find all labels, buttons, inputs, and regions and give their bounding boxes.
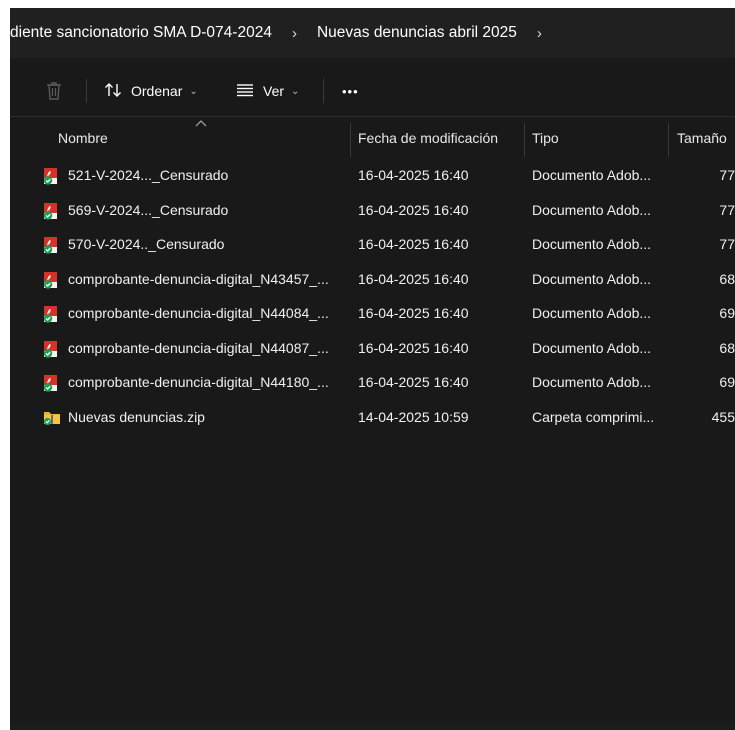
column-divider[interactable] [524,123,525,157]
file-date: 16-04-2025 16:40 [358,339,469,356]
file-name: comprobante-denuncia-digital_N44087_... [68,339,329,356]
pdf-icon [43,374,59,392]
file-name: Nuevas denuncias.zip [68,408,205,425]
column-header-name[interactable]: Nombre [58,118,108,158]
pdf-icon [43,305,59,323]
view-list-icon [236,83,254,100]
file-date: 16-04-2025 16:40 [358,201,469,218]
sort-arrows-icon [104,82,122,101]
file-row[interactable]: comprobante-denuncia-digital_N44084_... 1… [10,296,735,330]
file-size: 77 [719,167,735,183]
breadcrumb-item-parent[interactable]: diente sancionatorio SMA D-074-2024 [10,24,272,42]
column-header-size[interactable]: Tamaño [677,118,727,158]
column-header-date[interactable]: Fecha de modificación [358,118,498,158]
pdf-icon [43,236,59,254]
view-button[interactable]: Ver ⌄ [236,66,299,116]
pdf-icon [43,167,59,185]
sort-button[interactable]: Ordenar ⌄ [104,66,198,116]
pdf-icon [43,271,59,289]
breadcrumb-item-current[interactable]: Nuevas denuncias abril 2025 [317,24,517,42]
pdf-icon [43,340,59,358]
view-label: Ver [263,83,285,99]
file-size: 69 [719,305,735,321]
more-options-button[interactable]: ••• [342,66,359,116]
file-row[interactable]: 569-V-2024..._Censurado 16-04-2025 16:40 D… [10,193,735,227]
file-row[interactable]: Nuevas denuncias.zip 14-04-2025 10:59 Carp… [10,400,735,434]
file-name: 570-V-2024.._Censurado [68,236,225,252]
breadcrumb-separator-icon[interactable]: › [272,25,317,42]
file-row[interactable]: comprobante-denuncia-digital_N44087_... 1… [10,331,735,365]
file-type: Documento Adob... [532,270,652,287]
file-size: 68 [719,339,735,356]
sort-label: Ordenar [131,83,183,99]
file-explorer-window: diente sancionatorio SMA D-074-2024 › Nu… [10,8,735,730]
pdf-icon [43,202,59,220]
trash-icon[interactable] [44,80,64,102]
chevron-down-icon: ⌄ [189,85,198,97]
file-date: 16-04-2025 16:40 [358,270,469,287]
breadcrumb-chevron-icon[interactable]: › [517,25,562,42]
file-name: 569-V-2024..._Censurado [68,201,229,218]
column-divider[interactable] [668,123,669,157]
file-name: 521-V-2024..._Censurado [68,167,229,183]
file-date: 16-04-2025 16:40 [358,236,469,252]
file-type: Documento Adob... [532,339,652,356]
zip-folder-icon [43,409,60,427]
file-size: 455 [711,408,735,425]
column-header-type[interactable]: Tipo [532,118,559,158]
file-size: 69 [719,374,735,390]
file-type: Documento Adob... [532,236,652,252]
command-bar: Ordenar ⌄ Ver ⌄ ••• [10,66,735,117]
file-type: Documento Adob... [532,305,652,321]
file-type: Documento Adob... [532,167,652,183]
status-bar [10,722,735,730]
file-date: 14-04-2025 10:59 [358,408,469,425]
chevron-down-icon: ⌄ [291,85,300,97]
toolbar-divider [323,79,324,103]
file-type: Documento Adob... [532,374,652,390]
file-size: 77 [719,201,735,218]
file-row[interactable]: 521-V-2024..._Censurado 16-04-2025 16:40 D… [10,158,735,192]
column-divider[interactable] [350,123,351,157]
file-row[interactable]: comprobante-denuncia-digital_N44180_... 1… [10,365,735,399]
breadcrumb[interactable]: diente sancionatorio SMA D-074-2024 › Nu… [10,8,735,58]
file-date: 16-04-2025 16:40 [358,374,469,390]
file-name: comprobante-denuncia-digital_N44084_... [68,305,329,321]
column-header: Nombre Fecha de modificación Tipo Tamaño [10,118,735,158]
file-type: Carpeta comprimi... [532,408,655,425]
toolbar-divider [86,79,87,103]
file-size: 77 [719,236,735,252]
file-date: 16-04-2025 16:40 [358,167,469,183]
file-date: 16-04-2025 16:40 [358,305,469,321]
file-name: comprobante-denuncia-digital_N43457_... [68,270,329,287]
file-row[interactable]: comprobante-denuncia-digital_N43457_... 1… [10,262,735,296]
file-row[interactable]: 570-V-2024.._Censurado 16-04-2025 16:40 Do… [10,227,735,261]
file-type: Documento Adob... [532,201,652,218]
file-name: comprobante-denuncia-digital_N44180_... [68,374,329,390]
more-icon: ••• [342,83,359,99]
file-size: 68 [719,270,735,287]
